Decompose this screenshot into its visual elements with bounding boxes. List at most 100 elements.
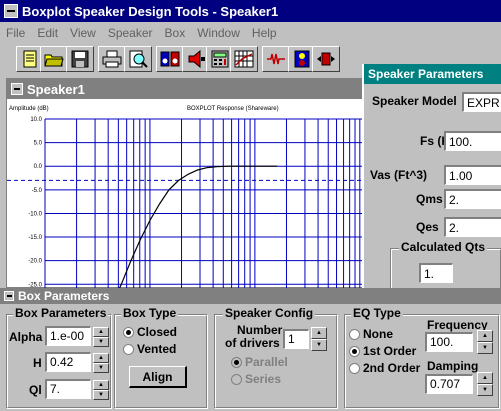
speaker-volume-icon: [188, 50, 205, 68]
alpha-label: Alpha: [9, 330, 43, 344]
y-tick-label: 0.0: [34, 164, 43, 170]
damping-field[interactable]: 0.707: [425, 374, 473, 394]
eq-first-order-label: 1st Order: [363, 344, 417, 358]
menu-window[interactable]: Window: [197, 26, 240, 40]
y-tick-label: 10.0: [30, 117, 42, 123]
menu-bar: File Edit View Speaker Box Window Help: [0, 24, 501, 42]
calculated-qts-label: Calculated Qts: [399, 240, 488, 254]
spin-up-icon[interactable]: ▲: [93, 353, 109, 363]
open-folder-icon: [44, 54, 64, 67]
qms-field[interactable]: 2.: [444, 189, 501, 209]
frequency-field[interactable]: 100.: [425, 332, 473, 352]
y-tick-label: -15.0: [28, 235, 42, 241]
box-parameters-title: Box Parameters: [18, 289, 110, 303]
menu-box[interactable]: Box: [165, 26, 186, 40]
y-tick-label: 5.0: [34, 141, 43, 147]
speaker-pair-icon: [160, 51, 180, 67]
menu-help[interactable]: Help: [252, 26, 277, 40]
qms-label: Qms: [416, 192, 443, 206]
spin-up-icon[interactable]: ▲: [477, 330, 493, 342]
vas-field[interactable]: 1.00: [444, 165, 501, 185]
eq-type-label: EQ Type: [351, 306, 403, 320]
radio-dot: [123, 326, 134, 338]
y-tick-label: -5.0: [32, 188, 43, 194]
box-type-group: Box Type Closed Vented Align: [114, 306, 208, 409]
signal-route-icon: [267, 53, 285, 65]
spin-down-icon[interactable]: ▼: [477, 342, 493, 354]
eq-none-radio[interactable]: None: [349, 327, 393, 341]
qes-field[interactable]: 2.: [444, 217, 501, 237]
speaker-pair-button[interactable]: [156, 46, 184, 72]
h-field[interactable]: 0.42: [45, 352, 91, 372]
eq-first-order-radio[interactable]: 1st Order: [349, 344, 416, 358]
parallel-radio: Parallel: [231, 355, 288, 369]
fs-field[interactable]: 100.: [444, 131, 501, 151]
radio-dot: [349, 328, 360, 340]
radio-dot: [123, 343, 134, 355]
speaker-parameters-title: Speaker Parameters: [364, 64, 501, 84]
menu-speaker[interactable]: Speaker: [108, 26, 153, 40]
damping-spinner[interactable]: ▲ ▼: [477, 372, 493, 396]
print-preview-button[interactable]: [124, 46, 152, 72]
spin-down-icon[interactable]: ▼: [93, 390, 109, 400]
menu-file[interactable]: File: [6, 26, 25, 40]
qes-label: Qes: [416, 220, 439, 234]
speaker-config-label: Speaker Config: [223, 306, 316, 320]
speaker-arrows-button[interactable]: [312, 46, 340, 72]
graph-grid-icon: [234, 50, 254, 68]
spin-down-icon[interactable]: ▼: [477, 384, 493, 396]
spin-down-icon[interactable]: ▼: [93, 363, 109, 373]
alpha-field[interactable]: 1.e-00: [45, 326, 91, 346]
speaker-arrows-icon: [317, 52, 335, 66]
speaker-model-field[interactable]: EXPR: [462, 92, 501, 112]
save-button[interactable]: [66, 46, 94, 72]
box-parameters-group-label: Box Parameters: [13, 306, 109, 320]
spin-down-icon[interactable]: ▼: [93, 337, 109, 347]
spin-down-icon[interactable]: ▼: [311, 339, 327, 351]
print-preview-icon: [129, 50, 148, 68]
vented-label: Vented: [137, 342, 177, 356]
speaker-parameters-panel: Speaker Parameters Speaker Model EXPR Fs…: [362, 64, 501, 310]
closed-radio[interactable]: Closed: [123, 325, 177, 339]
graph-button[interactable]: [230, 46, 258, 72]
system-menu-icon[interactable]: [4, 4, 18, 18]
speaker-window-title: Speaker1: [27, 81, 85, 97]
menu-edit[interactable]: Edit: [37, 26, 58, 40]
drivers-spinner[interactable]: ▲ ▼: [311, 327, 327, 351]
speaker-enclosure-icon: [294, 50, 310, 68]
menu-view[interactable]: View: [70, 26, 96, 40]
print-button[interactable]: [98, 46, 126, 72]
chart-title: BOXPLOT Response (Shareware): [187, 106, 279, 112]
spin-up-icon[interactable]: ▲: [93, 327, 109, 337]
alpha-spinner[interactable]: ▲ ▼: [93, 327, 109, 347]
box-window-menu-icon[interactable]: [4, 291, 14, 301]
vented-radio[interactable]: Vented: [123, 342, 176, 356]
box-type-label: Box Type: [121, 306, 179, 320]
h-spinner[interactable]: ▲ ▼: [93, 353, 109, 373]
drivers-field[interactable]: 1: [283, 329, 309, 349]
ql-label: Ql: [29, 383, 42, 397]
series-radio: Series: [231, 372, 281, 386]
spin-up-icon[interactable]: ▲: [93, 380, 109, 390]
h-label: H: [33, 356, 42, 370]
eq-second-order-radio[interactable]: 2nd Order: [349, 361, 420, 375]
signal-route-button[interactable]: [262, 46, 290, 72]
open-button[interactable]: [40, 46, 68, 72]
spin-up-icon[interactable]: ▲: [311, 327, 327, 339]
spin-up-icon[interactable]: ▲: [477, 372, 493, 384]
frequency-spinner[interactable]: ▲ ▼: [477, 330, 493, 354]
window-menu-icon[interactable]: [11, 83, 23, 95]
ql-field[interactable]: 7.: [45, 379, 91, 399]
align-button[interactable]: Align: [129, 366, 187, 388]
new-document-icon: [23, 50, 37, 68]
ql-spinner[interactable]: ▲ ▼: [93, 380, 109, 400]
damping-label: Damping: [427, 359, 479, 373]
box-parameters-window: Box Parameters Box Parameters Alpha 1.e-…: [0, 288, 501, 411]
eq-second-order-label: 2nd Order: [363, 361, 421, 375]
y-tick-label: -20.0: [28, 259, 42, 265]
speaker-window-title-bar[interactable]: Speaker1: [7, 79, 369, 99]
qts-field: 1.: [419, 263, 453, 283]
box-parameters-title-bar[interactable]: Box Parameters: [0, 288, 501, 304]
app-title-bar[interactable]: Boxplot Speaker Design Tools - Speaker1: [0, 0, 501, 22]
print-icon: [102, 50, 122, 68]
